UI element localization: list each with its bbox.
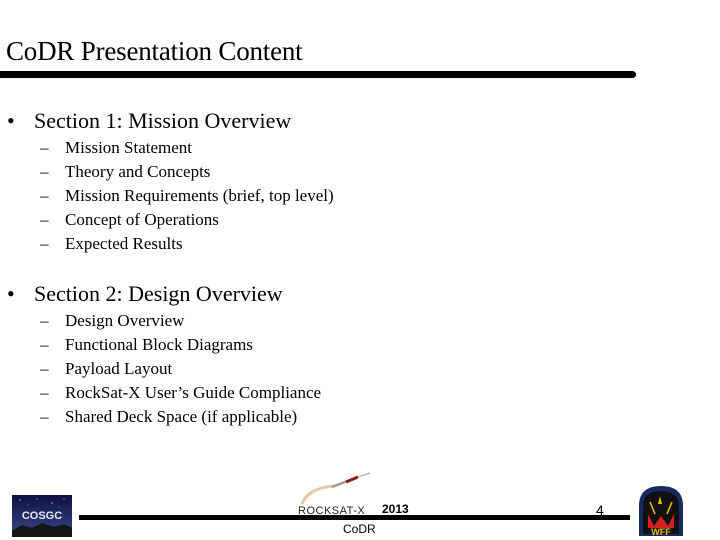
wff-logo-text: WFF — [651, 527, 671, 537]
section-mission-overview: • Section 1: Mission Overview – Mission … — [0, 106, 700, 256]
list-item: – RockSat-X User’s Guide Compliance — [0, 381, 700, 405]
slide-title: CoDR Presentation Content — [6, 36, 303, 66]
section-design-overview: • Section 2: Design Overview – Design Ov… — [0, 279, 700, 429]
bullet-icon: • — [7, 108, 15, 133]
list-item: – Functional Block Diagrams — [0, 333, 700, 357]
list-item: – Mission Statement — [0, 136, 700, 160]
dash-icon: – — [40, 210, 49, 229]
dash-icon: – — [40, 359, 49, 378]
cosgc-logo: COSGC — [12, 495, 72, 537]
list-item-label: Concept of Operations — [65, 210, 219, 229]
list-item-label: Expected Results — [65, 234, 183, 253]
list-item-label: Theory and Concepts — [65, 162, 211, 181]
section-heading: • Section 1: Mission Overview — [0, 106, 700, 136]
dash-icon: – — [40, 407, 49, 426]
wff-logo: WFF — [639, 486, 683, 537]
dash-icon: – — [40, 234, 49, 253]
section-title: Section 1: Mission Overview — [34, 108, 292, 133]
dash-icon: – — [40, 162, 49, 181]
footer-year: 2013 — [382, 502, 409, 516]
dash-icon: – — [40, 311, 49, 330]
list-item: – Design Overview — [0, 309, 700, 333]
section-title: Section 2: Design Overview — [34, 281, 283, 306]
dash-icon: – — [40, 383, 49, 402]
rocksat-x-logo-text: ROCKSAT-X — [298, 505, 365, 516]
list-item-label: Payload Layout — [65, 359, 173, 378]
title-divider — [0, 71, 636, 78]
list-item-label: Mission Statement — [65, 138, 193, 157]
dash-icon: – — [40, 335, 49, 354]
rocksat-x-logo: ROCKSAT-X — [298, 472, 371, 516]
footer-label: CoDR — [343, 522, 376, 536]
list-item: – Mission Requirements (brief, top level… — [0, 184, 700, 208]
list-item: – Expected Results — [0, 232, 700, 256]
dash-icon: – — [40, 138, 49, 157]
bullet-icon: • — [7, 281, 15, 306]
cosgc-logo-text: COSGC — [22, 510, 62, 522]
dash-icon: – — [40, 186, 49, 205]
list-item-label: RockSat-X User’s Guide Compliance — [65, 383, 322, 402]
section-heading: • Section 2: Design Overview — [0, 279, 700, 309]
page-number: 4 — [596, 502, 604, 518]
list-item-label: Design Overview — [65, 311, 185, 330]
list-item-label: Functional Block Diagrams — [65, 335, 253, 354]
list-item-label: Shared Deck Space (if applicable) — [65, 407, 298, 426]
list-item: – Payload Layout — [0, 357, 700, 381]
list-item: – Shared Deck Space (if applicable) — [0, 405, 700, 429]
list-item: – Theory and Concepts — [0, 160, 700, 184]
list-item: – Concept of Operations — [0, 208, 700, 232]
list-item-label: Mission Requirements (brief, top level) — [65, 186, 334, 205]
